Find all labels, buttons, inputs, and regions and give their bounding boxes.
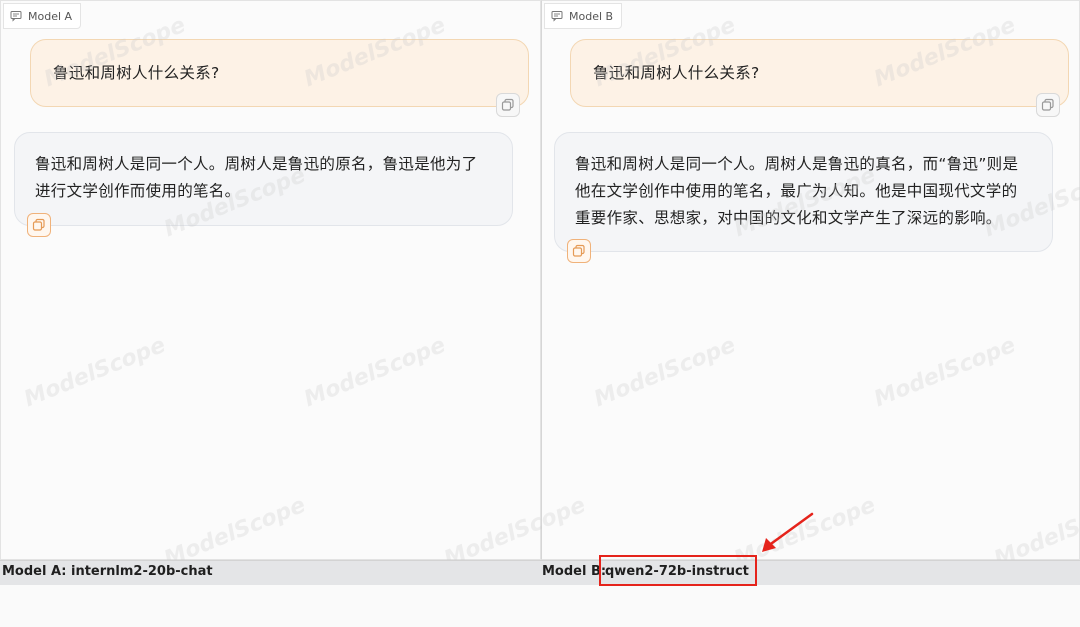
copy-user-message-button[interactable] bbox=[496, 93, 520, 117]
chat-panel-model-b: Model B 鲁迅和周树人什么关系? 鲁迅和周树人是同一个人。周树人是鲁迅的真… bbox=[541, 0, 1080, 560]
chat-icon bbox=[551, 11, 563, 22]
panel-label-model-b: Model B bbox=[544, 3, 623, 29]
user-message: 鲁迅和周树人什么关系? bbox=[30, 39, 529, 107]
copy-icon bbox=[32, 218, 45, 231]
model-b-prefix: Model B: bbox=[542, 564, 607, 579]
model-reveal-bar: Model A: internlm2-20b-chat Model B: qwe… bbox=[0, 560, 1080, 585]
chat-panel-model-a: Model A 鲁迅和周树人什么关系? 鲁迅和周树人是同一个人。周树人是鲁迅的原… bbox=[0, 0, 541, 560]
copy-assistant-message-button[interactable] bbox=[567, 239, 591, 263]
assistant-message: 鲁迅和周树人是同一个人。周树人是鲁迅的真名，而“鲁迅”则是他在文学创作中使用的笔… bbox=[554, 132, 1053, 252]
user-message: 鲁迅和周树人什么关系? bbox=[570, 39, 1069, 107]
copy-user-message-button[interactable] bbox=[1036, 93, 1060, 117]
model-arena: Model A 鲁迅和周树人什么关系? 鲁迅和周树人是同一个人。周树人是鲁迅的原… bbox=[0, 0, 1080, 627]
copy-assistant-message-button[interactable] bbox=[27, 213, 51, 237]
panel-label-text: Model B bbox=[569, 9, 614, 23]
copy-icon bbox=[572, 244, 585, 257]
annotation-arrow-icon bbox=[762, 512, 814, 552]
highlight-box bbox=[599, 555, 757, 586]
panel-label-model-a: Model A bbox=[3, 3, 82, 29]
copy-icon bbox=[1041, 98, 1054, 111]
chat-icon bbox=[10, 11, 22, 22]
panel-label-text: Model A bbox=[28, 9, 73, 23]
assistant-message: 鲁迅和周树人是同一个人。周树人是鲁迅的原名，鲁迅是他为了进行文学创作而使用的笔名… bbox=[14, 132, 513, 226]
copy-icon bbox=[501, 98, 514, 111]
model-a-name: Model A: internlm2-20b-chat bbox=[2, 564, 213, 579]
